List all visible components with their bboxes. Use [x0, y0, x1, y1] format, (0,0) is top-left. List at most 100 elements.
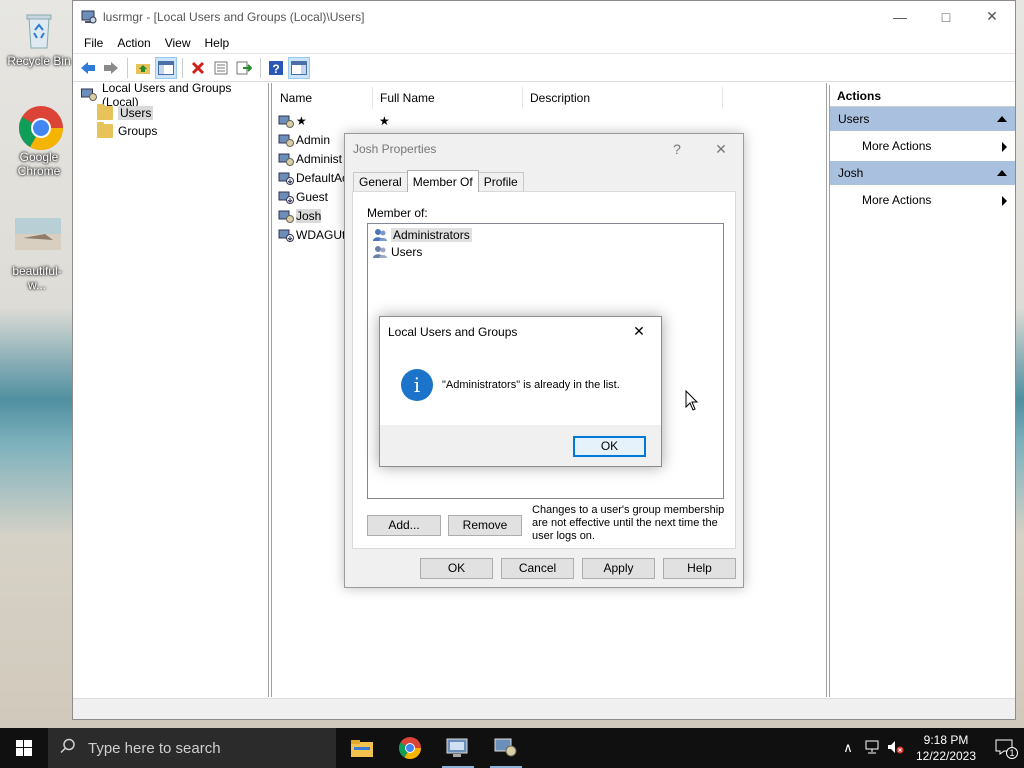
- row-full-name: ★: [379, 113, 390, 128]
- tab-profile[interactable]: Profile: [477, 172, 524, 192]
- users-groups-icon: [81, 88, 97, 102]
- group-icon: [372, 227, 388, 243]
- delete-button[interactable]: [187, 57, 209, 79]
- remove-button[interactable]: Remove: [448, 515, 522, 536]
- chrome-icon: [399, 737, 421, 759]
- taskbar-chrome[interactable]: [386, 728, 434, 768]
- disabled-user-icon: [278, 170, 294, 186]
- close-button[interactable]: ✕: [969, 1, 1015, 32]
- desktop-icon-label: beautiful-w...: [12, 264, 62, 292]
- table-row[interactable]: Admin: [278, 130, 330, 149]
- mouse-cursor-icon: [685, 389, 699, 415]
- ok-button[interactable]: OK: [573, 436, 646, 457]
- notification-count: 1: [1006, 746, 1018, 759]
- section-label: Josh: [838, 166, 864, 180]
- table-row[interactable]: Josh: [278, 206, 322, 225]
- volume-muted-icon[interactable]: [884, 740, 908, 757]
- table-row[interactable]: Guest: [278, 187, 328, 206]
- desktop-icon-chrome[interactable]: Google Chrome: [6, 104, 72, 178]
- close-icon[interactable]: ✕: [617, 323, 661, 340]
- tree-item-groups[interactable]: Groups: [97, 122, 157, 140]
- collapse-icon[interactable]: [997, 116, 1007, 122]
- actions-section-josh[interactable]: Josh: [830, 161, 1015, 185]
- menu-bar: File Action View Help: [73, 32, 1015, 54]
- info-icon: i: [401, 369, 433, 401]
- more-actions-josh[interactable]: More Actions: [830, 185, 1015, 215]
- row-name: DefaultAc: [296, 170, 349, 185]
- tree-root[interactable]: Local Users and Groups (Local): [81, 81, 268, 109]
- search-placeholder: Type here to search: [88, 739, 221, 757]
- menu-file[interactable]: File: [77, 36, 110, 50]
- computer-management-icon: [81, 9, 97, 25]
- help-button[interactable]: ?: [265, 57, 287, 79]
- folder-icon: [97, 122, 113, 138]
- taskbar-computer-management[interactable]: [434, 728, 482, 768]
- help-button[interactable]: Help: [663, 558, 736, 579]
- row-name: Administ: [296, 151, 343, 166]
- back-button[interactable]: [77, 57, 99, 79]
- recycle-bin-icon: [17, 8, 61, 52]
- collapse-icon[interactable]: [997, 170, 1007, 176]
- add-button[interactable]: Add...: [367, 515, 441, 536]
- list-item[interactable]: Administrators: [372, 226, 472, 243]
- action-label: More Actions: [862, 193, 932, 207]
- start-button[interactable]: [0, 728, 48, 768]
- window-title: lusrmgr - [Local Users and Groups (Local…: [103, 9, 365, 24]
- ok-button[interactable]: OK: [420, 558, 493, 579]
- cancel-button[interactable]: Cancel: [501, 558, 574, 579]
- desktop-icon-image-file[interactable]: beautiful-w...: [4, 218, 70, 292]
- tree-item-users[interactable]: Users: [97, 104, 154, 122]
- desktop-icon-recycle-bin[interactable]: Recycle Bin: [6, 8, 72, 68]
- row-name: Josh: [296, 208, 322, 223]
- message-box-title: Local Users and Groups: [388, 324, 518, 339]
- file-explorer-icon: [351, 740, 373, 757]
- member-name: Administrators: [391, 227, 472, 242]
- minimize-button[interactable]: —: [877, 1, 923, 32]
- notification-center-icon[interactable]: 1: [984, 739, 1024, 759]
- message-box: Local Users and Groups ✕ i "Administrato…: [379, 316, 662, 467]
- dialog-title-bar[interactable]: Josh Properties ? ✕: [345, 134, 743, 164]
- column-header-description[interactable]: Description: [523, 87, 723, 109]
- tab-member-of[interactable]: Member Of: [406, 170, 479, 192]
- close-icon[interactable]: ✕: [699, 141, 743, 158]
- network-icon[interactable]: [860, 740, 884, 757]
- table-row[interactable]: Administ: [278, 149, 342, 168]
- taskbar-lusrmgr[interactable]: [482, 728, 530, 768]
- export-list-button[interactable]: [233, 57, 255, 79]
- tab-general[interactable]: General: [353, 172, 408, 192]
- apply-button[interactable]: Apply: [582, 558, 655, 579]
- tree-item-label: Groups: [118, 124, 158, 138]
- clock[interactable]: 9:18 PM 12/22/2023: [908, 732, 984, 764]
- chevron-up-icon[interactable]: ∧: [836, 740, 860, 756]
- section-label: Users: [838, 112, 870, 126]
- table-row[interactable]: ★ ★: [278, 111, 390, 130]
- menu-action[interactable]: Action: [110, 36, 157, 50]
- list-item[interactable]: Users: [372, 243, 422, 260]
- maximize-button[interactable]: □: [923, 1, 969, 32]
- column-header-name[interactable]: Name: [273, 87, 373, 109]
- taskbar-search-box[interactable]: Type here to search: [48, 728, 336, 768]
- user-icon: [278, 132, 294, 148]
- table-row[interactable]: WDAGUti: [278, 225, 348, 244]
- console-tree: Local Users and Groups (Local) Users Gro…: [73, 81, 269, 697]
- title-bar[interactable]: lusrmgr - [Local Users and Groups (Local…: [73, 1, 1015, 32]
- show-hide-action-pane-button[interactable]: [288, 56, 310, 79]
- column-header-full-name[interactable]: Full Name: [373, 87, 523, 109]
- table-row[interactable]: DefaultAc: [278, 168, 348, 187]
- menu-view[interactable]: View: [158, 36, 198, 50]
- message-box-title-bar[interactable]: Local Users and Groups ✕: [380, 317, 661, 346]
- actions-section-users[interactable]: Users: [830, 107, 1015, 131]
- help-icon[interactable]: ?: [655, 141, 699, 157]
- more-actions-users[interactable]: More Actions: [830, 131, 1015, 161]
- submenu-arrow-icon: [1002, 142, 1007, 152]
- forward-button[interactable]: [100, 57, 122, 79]
- menu-help[interactable]: Help: [198, 36, 237, 50]
- svg-text:?: ?: [272, 62, 279, 76]
- action-label: More Actions: [862, 139, 932, 153]
- system-tray: ∧ 9:18 PM 12/22/2023 1: [836, 728, 1024, 768]
- message-text: "Administrators" is already in the list.: [442, 379, 620, 391]
- taskbar-file-explorer[interactable]: [338, 728, 386, 768]
- properties-button[interactable]: [210, 57, 232, 79]
- up-one-level-button[interactable]: [132, 57, 154, 79]
- show-hide-tree-button[interactable]: [155, 56, 177, 79]
